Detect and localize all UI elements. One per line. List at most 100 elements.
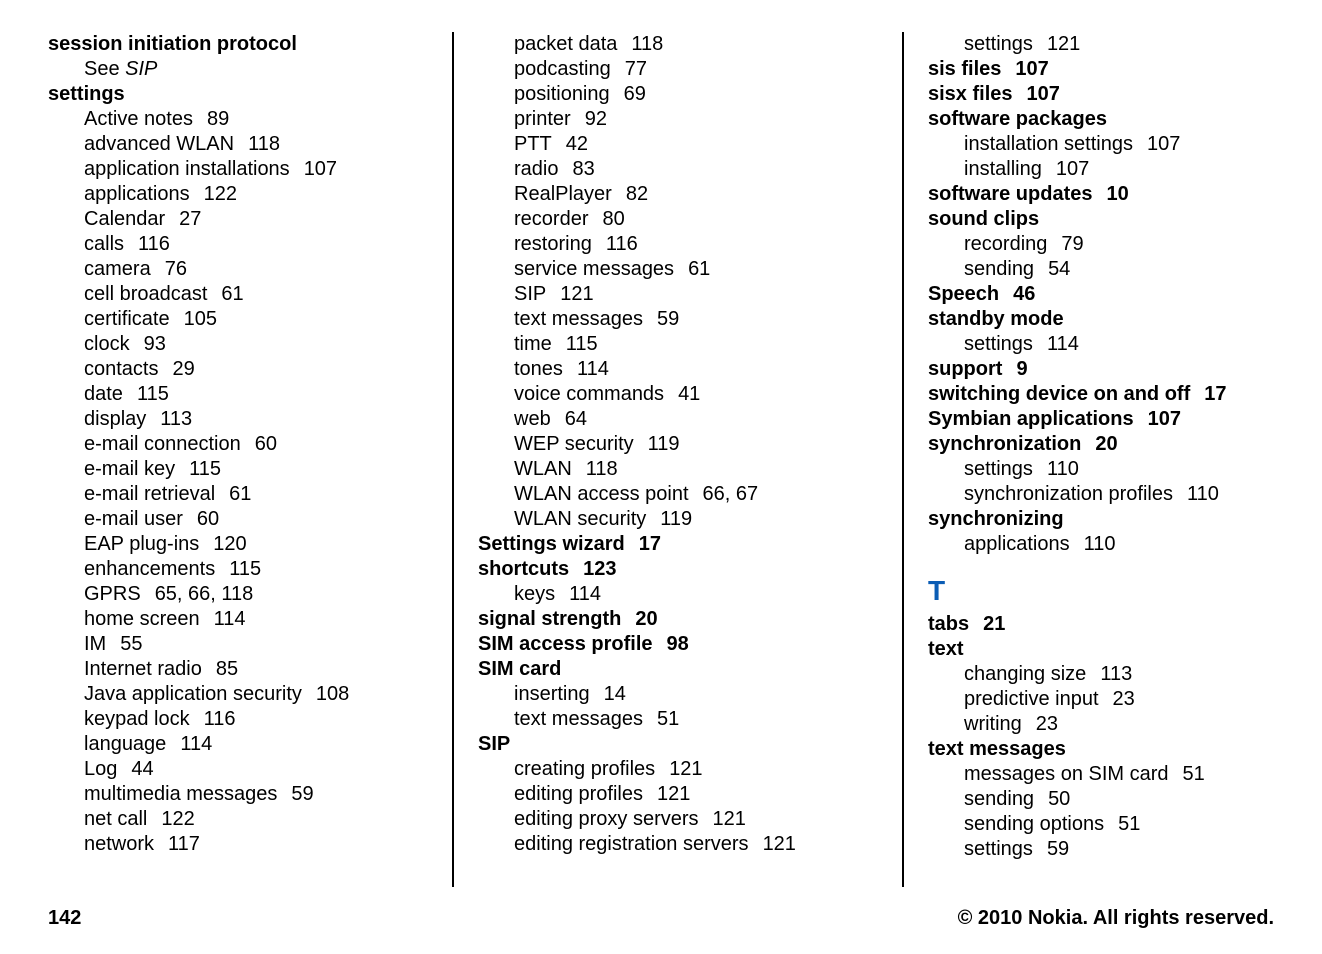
page-reference[interactable]: 110 [1084, 533, 1116, 555]
page-reference[interactable]: 61 [229, 483, 251, 505]
page-reference[interactable]: 121 [713, 808, 746, 830]
page-reference[interactable]: 121 [657, 783, 690, 805]
page-reference[interactable]: 29 [172, 358, 194, 380]
page-reference[interactable]: 123 [583, 558, 616, 580]
page-reference[interactable]: 60 [255, 433, 277, 455]
page-reference[interactable]: 121 [763, 833, 796, 855]
page-reference[interactable]: 114 [180, 733, 212, 755]
page-reference[interactable]: 82 [626, 183, 648, 205]
index-subentry: WLAN access point66, 67 [514, 482, 878, 507]
page-reference[interactable]: 23 [1113, 688, 1135, 710]
index-subentry: e-mail user60 [84, 507, 428, 532]
page-reference[interactable]: 27 [179, 208, 201, 230]
page-reference[interactable]: 79 [1061, 233, 1083, 255]
page-reference[interactable]: 122 [204, 183, 237, 205]
page-reference[interactable]: 116 [138, 233, 170, 255]
page-reference[interactable]: 114 [569, 583, 601, 605]
page-reference[interactable]: 110 [1047, 458, 1079, 480]
page-reference[interactable]: 105 [184, 308, 217, 330]
page-reference[interactable]: 66, 67 [703, 483, 759, 505]
entry-text: sisx files [928, 83, 1013, 105]
page-reference[interactable]: 93 [144, 333, 166, 355]
page-reference[interactable]: 42 [566, 133, 588, 155]
page-reference[interactable]: 114 [214, 608, 246, 630]
entry-text: multimedia messages [84, 783, 277, 805]
entry-text: restoring [514, 233, 592, 255]
page-reference[interactable]: 14 [604, 683, 626, 705]
page-reference[interactable]: 69 [624, 83, 646, 105]
entry-text: web [514, 408, 551, 430]
page-reference[interactable]: 107 [1148, 408, 1181, 430]
page-reference[interactable]: 119 [648, 433, 680, 455]
page-reference[interactable]: 41 [678, 383, 700, 405]
page-reference[interactable]: 114 [1047, 333, 1079, 355]
page-reference[interactable]: 115 [189, 458, 221, 480]
page-reference[interactable]: 119 [660, 508, 692, 530]
page-reference[interactable]: 17 [639, 533, 661, 555]
page-reference[interactable]: 113 [160, 408, 192, 430]
index-subentry: changing size113 [964, 662, 1274, 687]
page-reference[interactable]: 46 [1013, 283, 1035, 305]
page-reference[interactable]: 85 [216, 658, 238, 680]
page-reference[interactable]: 76 [165, 258, 187, 280]
page-reference[interactable]: 116 [204, 708, 236, 730]
page-reference[interactable]: 9 [1016, 358, 1027, 380]
page-reference[interactable]: 83 [572, 158, 594, 180]
page-reference[interactable]: 55 [120, 633, 142, 655]
entry-text: camera [84, 258, 151, 280]
page-reference[interactable]: 118 [631, 33, 663, 55]
page-reference[interactable]: 77 [625, 58, 647, 80]
page-reference[interactable]: 117 [168, 833, 200, 855]
page-reference[interactable]: 61 [688, 258, 710, 280]
page-reference[interactable]: 89 [207, 108, 229, 130]
page-reference[interactable]: 17 [1204, 383, 1226, 405]
page-reference[interactable]: 118 [248, 133, 280, 155]
entry-text: voice commands [514, 383, 664, 405]
page-reference[interactable]: 10 [1106, 183, 1128, 205]
page-reference[interactable]: 107 [1015, 58, 1048, 80]
page-reference[interactable]: 121 [560, 283, 593, 305]
page-reference[interactable]: 51 [657, 708, 679, 730]
page-reference[interactable]: 64 [565, 408, 587, 430]
page-reference[interactable]: 51 [1183, 763, 1205, 785]
page-reference[interactable]: 107 [1147, 133, 1180, 155]
page-reference[interactable]: 115 [137, 383, 169, 405]
page-reference[interactable]: 61 [221, 283, 243, 305]
page-reference[interactable]: 23 [1036, 713, 1058, 735]
page-reference[interactable]: 20 [635, 608, 657, 630]
page-reference[interactable]: 120 [213, 533, 246, 555]
page-reference[interactable]: 107 [1056, 158, 1089, 180]
page-reference[interactable]: 122 [161, 808, 194, 830]
page-reference[interactable]: 115 [566, 333, 598, 355]
page-reference[interactable]: 51 [1118, 813, 1140, 835]
index-heading: settings [48, 82, 428, 107]
entry-text: settings [964, 458, 1033, 480]
page-reference[interactable]: 107 [1027, 83, 1060, 105]
index-subentry: positioning69 [514, 82, 878, 107]
page-reference[interactable]: 114 [577, 358, 609, 380]
page-reference[interactable]: 59 [657, 308, 679, 330]
page-reference[interactable]: 115 [229, 558, 261, 580]
page-reference[interactable]: 50 [1048, 788, 1070, 810]
page-reference[interactable]: 118 [586, 458, 618, 480]
page-reference[interactable]: 113 [1100, 663, 1132, 685]
page-reference[interactable]: 54 [1048, 258, 1070, 280]
page-reference[interactable]: 121 [1047, 33, 1080, 55]
page-reference[interactable]: 21 [983, 613, 1005, 635]
page-reference[interactable]: 110 [1187, 483, 1219, 505]
page-reference[interactable]: 59 [1047, 838, 1069, 860]
page-reference[interactable]: 116 [606, 233, 638, 255]
page-reference[interactable]: 92 [585, 108, 607, 130]
index-subentry: clock93 [84, 332, 428, 357]
page-reference[interactable]: 44 [131, 758, 153, 780]
page-reference[interactable]: 80 [602, 208, 624, 230]
page-reference[interactable]: 60 [197, 508, 219, 530]
entry-text: applications [964, 533, 1070, 555]
page-reference[interactable]: 107 [304, 158, 337, 180]
page-reference[interactable]: 65, 66, 118 [155, 583, 254, 605]
page-reference[interactable]: 59 [291, 783, 313, 805]
page-reference[interactable]: 121 [669, 758, 702, 780]
page-reference[interactable]: 98 [667, 633, 689, 655]
page-reference[interactable]: 108 [316, 683, 349, 705]
page-reference[interactable]: 20 [1095, 433, 1117, 455]
